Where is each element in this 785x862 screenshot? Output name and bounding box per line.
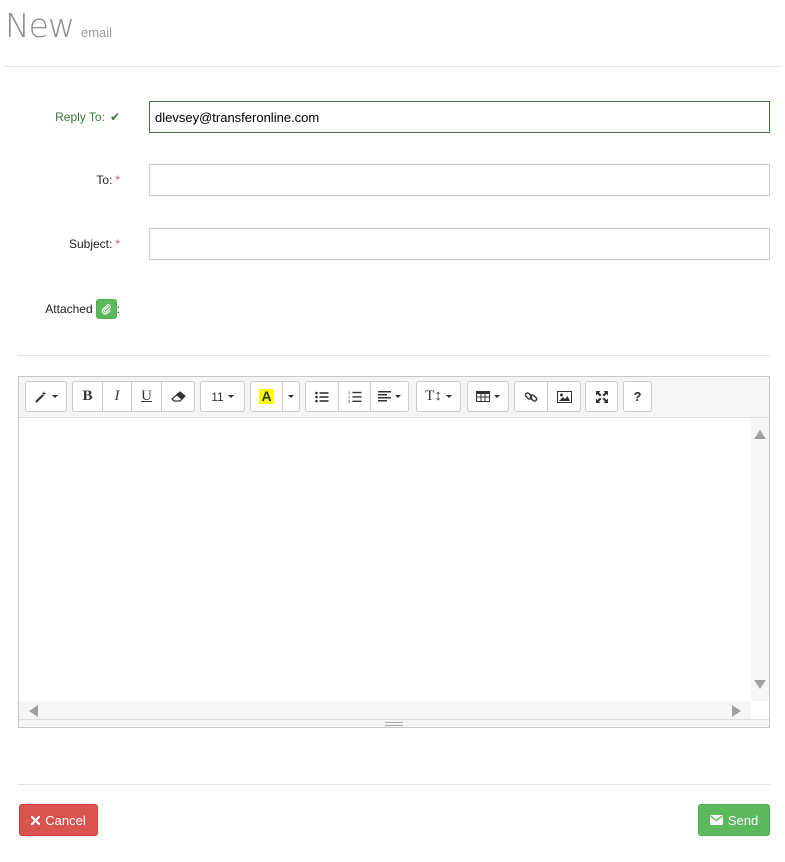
subject-row: Subject: *: [0, 228, 785, 260]
font-size-group: 11: [200, 381, 245, 412]
italic-button[interactable]: I: [102, 381, 132, 412]
paperclip-icon: [101, 303, 111, 315]
align-icon: [378, 391, 391, 402]
caret-icon: [494, 395, 500, 398]
vertical-scrollbar[interactable]: [751, 418, 769, 701]
help-group: ?: [623, 381, 652, 412]
fullscreen-icon: [595, 390, 608, 403]
bold-button[interactable]: B: [72, 381, 103, 412]
page-subtitle: email: [80, 25, 113, 40]
paragraph-group: 1 2 3: [305, 381, 409, 412]
page-title: New: [5, 6, 75, 45]
editor-resize-handle[interactable]: [19, 719, 769, 727]
horizontal-scrollbar[interactable]: [19, 701, 751, 720]
reply-to-input[interactable]: [149, 101, 770, 133]
send-button-label: Send: [727, 812, 759, 828]
reply-to-row: Reply To: ✔: [0, 101, 785, 133]
required-mark: *: [115, 173, 120, 187]
rich-text-editor: B I U 11 A 1 2 3 T↕ ?: [18, 376, 770, 728]
numbered-list-button[interactable]: 1 2 3: [338, 381, 371, 412]
caret-icon: [227, 395, 234, 398]
page-header: New email: [5, 6, 112, 46]
style-group: [25, 381, 67, 412]
reply-to-label-text: Reply To:: [55, 110, 105, 124]
underline-button[interactable]: U: [131, 381, 162, 412]
scroll-down-icon[interactable]: [754, 680, 766, 689]
insert-image-button[interactable]: [547, 381, 581, 412]
view-group: [585, 381, 618, 412]
font-style-group: B I U: [72, 381, 195, 412]
text-height-icon: T↕: [425, 388, 442, 404]
attach-file-button[interactable]: [95, 299, 117, 319]
text-color-button[interactable]: A: [250, 381, 283, 412]
scroll-up-icon[interactable]: [754, 430, 766, 439]
scroll-right-icon[interactable]: [732, 705, 741, 717]
envelope-icon: [709, 815, 723, 825]
required-mark: *: [115, 237, 120, 251]
caret-icon: [52, 395, 58, 398]
numbered-list-icon: 1 2 3: [348, 390, 361, 403]
to-label-text: To:: [96, 173, 113, 187]
help-button[interactable]: ?: [623, 381, 652, 412]
grip-icon: [385, 721, 403, 726]
color-group: A: [250, 381, 300, 412]
to-label: To: *: [96, 164, 120, 196]
magic-wand-icon: [35, 390, 47, 403]
style-dropdown-button[interactable]: [25, 381, 67, 412]
footer-divider: [18, 784, 770, 785]
header-divider: [4, 66, 781, 67]
insert-link-button[interactable]: [514, 381, 548, 412]
send-button[interactable]: Send: [698, 804, 770, 836]
attached-suffix: :: [116, 302, 120, 316]
font-size-dropdown[interactable]: 11: [200, 381, 245, 412]
bullet-list-button[interactable]: [305, 381, 339, 412]
height-group: T↕: [416, 381, 461, 412]
insert-group: [514, 381, 581, 412]
line-height-dropdown[interactable]: T↕: [416, 381, 461, 412]
form-divider: [18, 355, 770, 356]
reply-to-label: Reply To: ✔: [55, 101, 120, 133]
editor-toolbar: B I U 11 A 1 2 3 T↕ ?: [19, 377, 769, 418]
link-icon: [524, 391, 538, 402]
table-dropdown-button[interactable]: [467, 381, 509, 412]
check-icon: ✔: [109, 110, 120, 124]
highlight-color-icon: A: [259, 388, 274, 404]
subject-label: Subject: *: [69, 228, 120, 260]
editor-content-area[interactable]: [19, 418, 769, 720]
scroll-left-icon[interactable]: [29, 705, 38, 717]
to-row: To: *: [0, 164, 785, 196]
subject-label-text: Subject:: [68, 237, 113, 251]
align-dropdown-button[interactable]: [370, 381, 409, 412]
caret-icon: [288, 395, 294, 398]
to-input[interactable]: [149, 164, 770, 196]
attached-row: Attached :: [45, 298, 120, 320]
eraser-icon: [170, 391, 186, 402]
caret-icon: [395, 395, 401, 398]
cancel-button-label: Cancel: [45, 812, 86, 828]
attached-label: Attached: [45, 302, 93, 316]
font-size-value: 11: [211, 389, 224, 404]
table-group: [467, 381, 509, 412]
bullet-list-icon: [315, 391, 329, 402]
cancel-button[interactable]: Cancel: [19, 804, 98, 836]
fullscreen-button[interactable]: [585, 381, 618, 412]
image-icon: [556, 390, 572, 403]
color-dropdown-toggle[interactable]: [282, 381, 300, 412]
clear-format-button[interactable]: [161, 381, 195, 412]
close-icon: [31, 815, 41, 825]
caret-icon: [445, 395, 452, 398]
table-icon: [476, 391, 490, 402]
svg-text:3: 3: [348, 399, 351, 403]
subject-input[interactable]: [149, 228, 770, 260]
